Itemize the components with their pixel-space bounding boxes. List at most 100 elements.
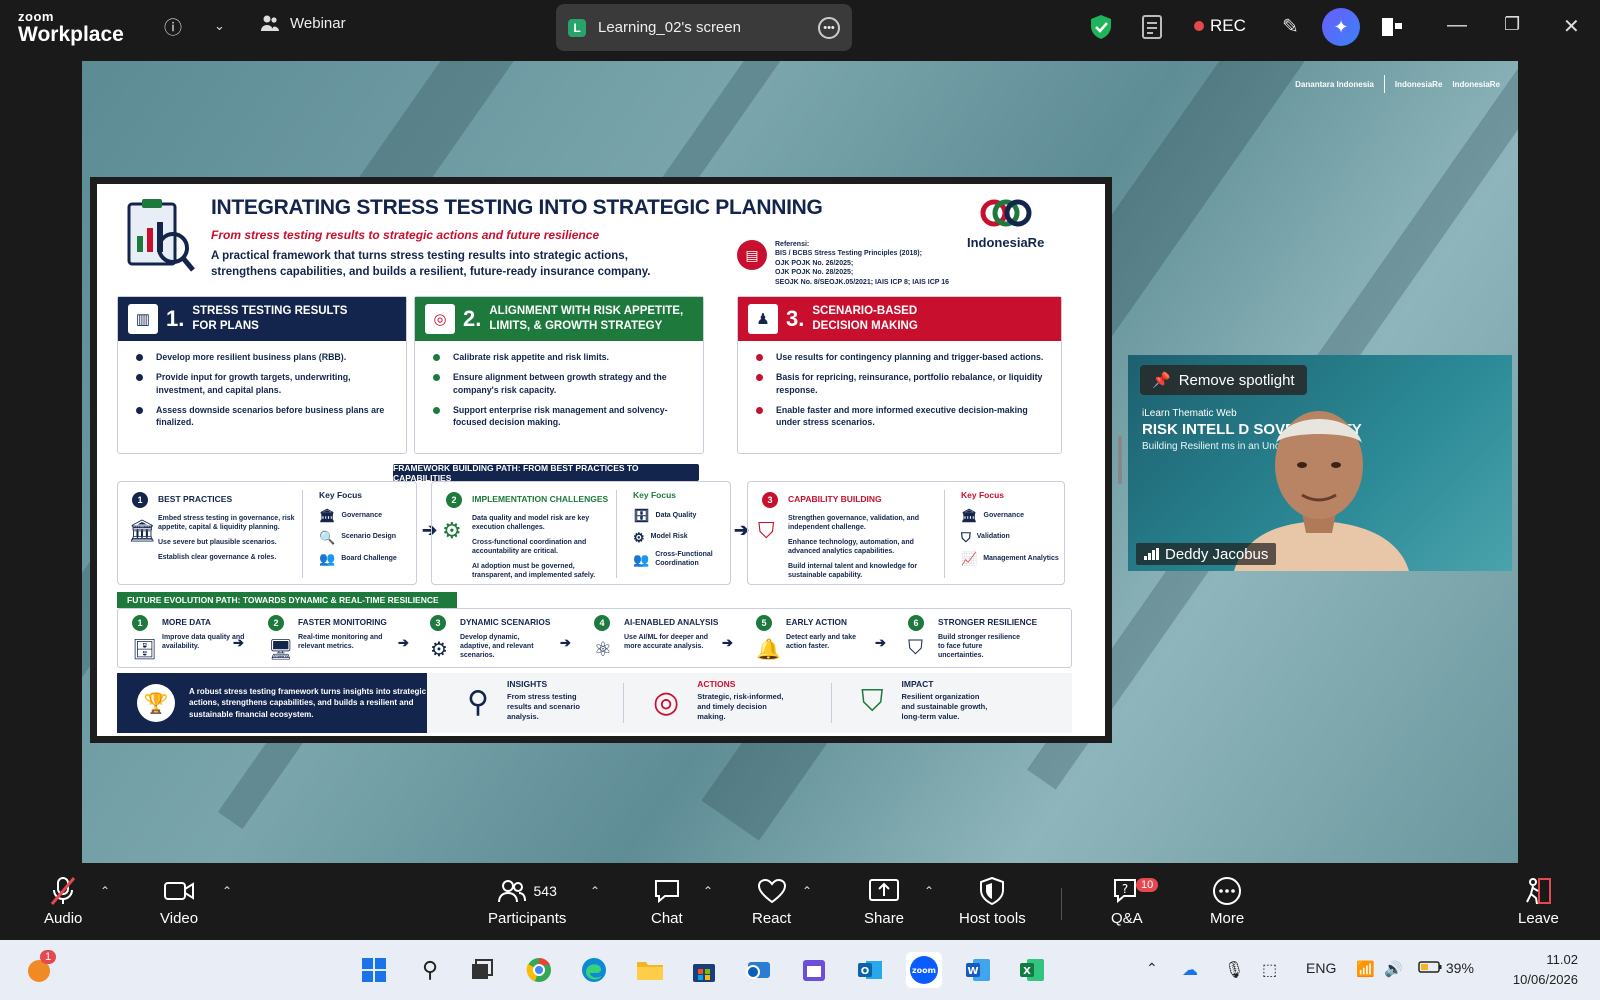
calendar-app-icon[interactable] [796,952,832,988]
step-number: 1 [132,492,148,508]
recording-indicator[interactable]: REC [1194,16,1246,36]
host-tools-button[interactable]: Host tools [959,876,1026,927]
future-number: 3 [430,615,446,631]
windows-taskbar: 1 ⚲ O zoom W X ⌃ ☁ 🎙 ⬚ ENG 📶 🔊 39% 11.02… [0,940,1600,1000]
task-view-icon[interactable] [464,952,500,988]
focus-item: Validation [976,533,1010,541]
slide-title: INTEGRATING STRESS TESTING INTO STRATEGI… [211,196,823,219]
more-button[interactable]: More [1210,876,1244,927]
share-screen-pill[interactable]: L Learning_02's screen ••• [556,4,852,51]
react-button[interactable]: React [752,876,791,927]
ai-brain-icon: ⚛ [594,639,612,661]
screen-capture-icon[interactable]: ⬚ [1262,960,1277,980]
rec-label: REC [1210,16,1246,35]
video-options-caret-icon[interactable]: ⌃ [222,884,232,898]
clipboard-analysis-icon [127,199,195,272]
participant-count: 543 [533,883,557,899]
store-icon[interactable] [686,952,722,988]
chat-label: Chat [651,910,683,927]
start-icon[interactable] [356,952,392,988]
meeting-type[interactable]: Webinar [260,14,346,32]
wifi-icon[interactable]: 📶 [1356,960,1375,978]
outlook-new-icon[interactable] [740,952,776,988]
pen-icon[interactable]: ✎ [1282,14,1299,39]
arrow-right-icon: ➔ [233,635,244,650]
restore-icon[interactable]: ❐ [1504,14,1520,35]
future-number: 2 [268,615,284,631]
more-options-icon[interactable]: ••• [818,16,840,39]
minimize-icon[interactable]: — [1447,14,1467,37]
document-icon: ▤ [737,240,767,270]
step-item: Use severe but plausible scenarios. [158,539,277,547]
svg-text:?: ? [1122,882,1128,896]
chrome-icon[interactable] [521,952,557,988]
meeting-type-label: Webinar [290,14,346,32]
magnifier-icon: ⚲ [467,686,489,719]
outcome-title: INSIGHTS [506,679,548,689]
step-item: AI adoption must be governed, transparen… [472,563,596,580]
participants-options-caret-icon[interactable]: ⌃ [590,884,600,898]
volume-icon[interactable]: 🔊 [1384,960,1403,978]
brand-danantara: Danantara Indonesia [1295,79,1374,89]
future-path-label: FUTURE EVOLUTION PATH: TOWARDS DYNAMIC &… [117,592,457,608]
share-options-caret-icon[interactable]: ⌃ [924,884,934,898]
step-title: BEST PRACTICES [158,494,233,504]
file-explorer-icon[interactable] [632,952,668,988]
brand-indonesiare: IndonesiaRe [1394,79,1443,89]
battery-level: 39% [1445,960,1474,976]
pillar-label: SCENARIO-BASED [812,305,918,318]
video-button[interactable]: Video [160,876,198,927]
audio-button[interactable]: Audio [44,876,82,927]
clock[interactable]: 11.02 10/06/2026 [1513,950,1578,989]
outlook-icon[interactable]: O [852,952,888,988]
shield-icon: ⛉ [758,518,775,543]
word-icon[interactable]: W [960,952,996,988]
spotlight-video[interactable]: iLearn Thematic Web RISK INTELL D SOVERE… [1128,355,1512,571]
chat-button[interactable]: Chat [651,876,683,927]
battery-indicator[interactable]: 39% [1418,960,1474,976]
ref-item: OJK POJK No. 28/2025; [775,269,854,277]
edge-icon[interactable] [576,952,612,988]
close-icon[interactable]: ✕ [1563,14,1580,39]
analytics-icon: 📈 [961,551,978,567]
host-tools-label: Host tools [959,910,1026,927]
leave-button[interactable]: Leave [1518,876,1559,927]
step-capability: 3 CAPABILITY BUILDING ⛉ Strengthen gover… [747,481,1065,585]
gears-icon: ⚙ [442,518,462,543]
notes-icon[interactable] [1141,14,1163,40]
signal-icon [1144,548,1159,560]
more-label: More [1210,910,1245,927]
remove-spotlight-button[interactable]: 📌 Remove spotlight [1140,365,1307,395]
react-options-caret-icon[interactable]: ⌃ [802,884,812,898]
pillar-item: Basis for repricing, reinsurance, portfo… [754,371,1047,396]
ai-companion-icon[interactable]: ✦ [1322,8,1360,46]
conclusion-statement: 🏆 A robust stress testing framework turn… [117,673,427,733]
tray-overflow-icon[interactable]: ⌃ [1146,960,1158,977]
excel-icon[interactable]: X [1014,952,1050,988]
security-shield-icon[interactable] [1090,14,1112,40]
info-icon[interactable]: ⓘ [164,14,182,40]
resize-handle[interactable] [1118,436,1122,484]
zoom-app-icon[interactable]: zoom [906,952,942,988]
participants-button[interactable]: 543 Participants [488,876,566,927]
outcome-impact: ⛉ IMPACT Resilient organization and susta… [861,679,994,722]
onedrive-icon[interactable]: ☁ [1182,960,1198,980]
key-focus-heading: Key Focus [961,490,1004,500]
language-indicator[interactable]: ENG [1306,960,1336,976]
side-panel-icon[interactable] [1380,16,1404,38]
audio-options-caret-icon[interactable]: ⌃ [100,884,110,898]
chevron-down-icon[interactable]: ⌄ [214,18,225,34]
search-icon[interactable]: ⚲ [412,952,448,988]
microphone-icon[interactable]: 🎙 [1224,960,1244,980]
future-path: 1 MORE DATA 🗄 Improve data quality and a… [117,608,1072,668]
chat-options-caret-icon[interactable]: ⌃ [703,884,713,898]
chart-icon: ▥ [128,304,158,334]
mic-muted-icon [49,876,77,906]
future-number: 1 [132,615,148,631]
react-label: React [752,910,792,927]
qa-badge: 10 [1136,878,1159,892]
step-best-practices: 1 BEST PRACTICES 🏛 Embed stress testing … [117,481,417,585]
share-button[interactable]: Share [864,876,904,927]
speaker-name: Deddy Jacobus [1165,545,1269,563]
step-title: IMPLEMENTATION CHALLENGES [472,494,609,504]
